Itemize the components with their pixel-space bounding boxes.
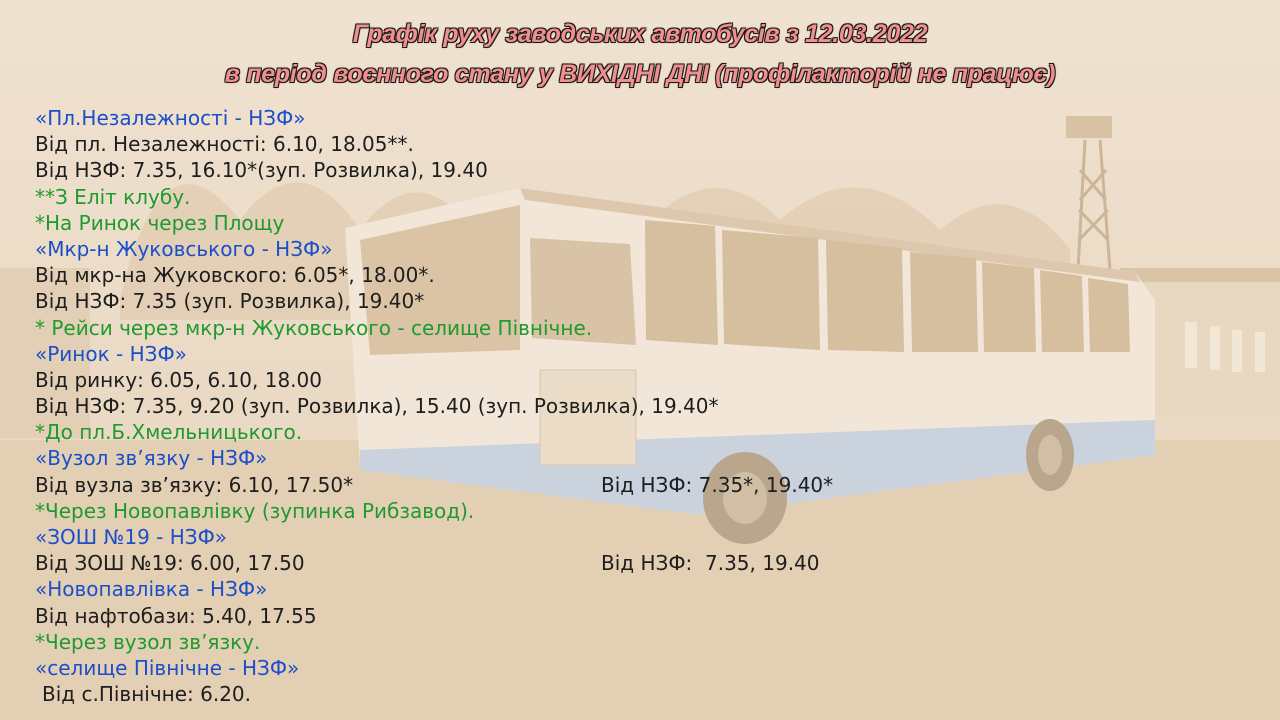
departure-times: Від мкр-на Жуковского: 6.05*, 18.00*.	[35, 263, 435, 288]
route-heading: «Вузол зв’язку - НЗФ»	[35, 446, 268, 471]
departure-times: Від ЗОШ №19: 6.00, 17.50 Від НЗФ: 7.35, 1…	[35, 550, 1235, 576]
route-note: *Через Новопавлівку (зупинка Рибзавод).	[35, 498, 475, 523]
departure-times: Від нафтобази: 5.40, 17.55	[35, 603, 317, 628]
departure-times: Від пл. Незалежності: 6.10, 18.05**.	[35, 132, 414, 157]
route-note: *На Ринок через Площу	[35, 210, 285, 235]
departure-times-from-stop: Від ЗОШ №19: 6.00, 17.50	[35, 551, 305, 576]
route-heading: «селище Північне - НЗФ»	[35, 655, 300, 680]
bus-schedule: «Пл.Незалежності - НЗФ» Від пл. Незалежно…	[35, 105, 1235, 707]
route-note: * Рейси через мкр-н Жуковського - селище…	[35, 315, 593, 340]
departure-times: Від с.Північне: 6.20.	[42, 682, 252, 707]
title-line-1: Графік руху заводських автобусів з 12.03…	[352, 20, 928, 48]
route-note: *До пл.Б.Хмельницького.	[35, 420, 303, 445]
route-note: **З Еліт клубу.	[35, 184, 191, 209]
title-line-2: в період воєнного стану у ВИХІДНІ ДНІ (п…	[224, 60, 1056, 88]
route-note: *Через вузол зв’язку.	[35, 629, 261, 654]
departure-times: Від НЗФ: 7.35, 16.10*(зуп. Розвилка), 19…	[35, 158, 488, 183]
departure-times: Від НЗФ: 7.35 (зуп. Розвилка), 19.40*	[35, 289, 425, 314]
route-heading: «ЗОШ №19 - НЗФ»	[35, 525, 228, 549]
departure-times-from-nzf: Від НЗФ: 7.35*, 19.40*	[601, 472, 834, 497]
departure-times: Від ринку: 6.05, 6.10, 18.00	[35, 367, 322, 392]
departure-times-from-stop: Від вузла зв’язку: 6.10, 17.50*	[35, 472, 354, 497]
route-heading: «Мкр-н Жуковського - НЗФ»	[35, 236, 333, 261]
route-heading: «Новопавлівка - НЗФ»	[35, 577, 268, 602]
route-heading: «Ринок - НЗФ»	[35, 341, 187, 366]
departure-times-from-nzf: Від НЗФ: 7.35, 19.40	[601, 551, 820, 576]
departure-times: Від НЗФ: 7.35, 9.20 (зуп. Розвилка), 15.…	[35, 394, 719, 419]
route-heading: «Пл.Незалежності - НЗФ»	[35, 106, 306, 130]
departure-times: Від вузла зв’язку: 6.10, 17.50* Від НЗФ: …	[35, 472, 1235, 498]
schedule-title: Графік руху заводських автобусів з 12.03…	[0, 14, 1280, 94]
